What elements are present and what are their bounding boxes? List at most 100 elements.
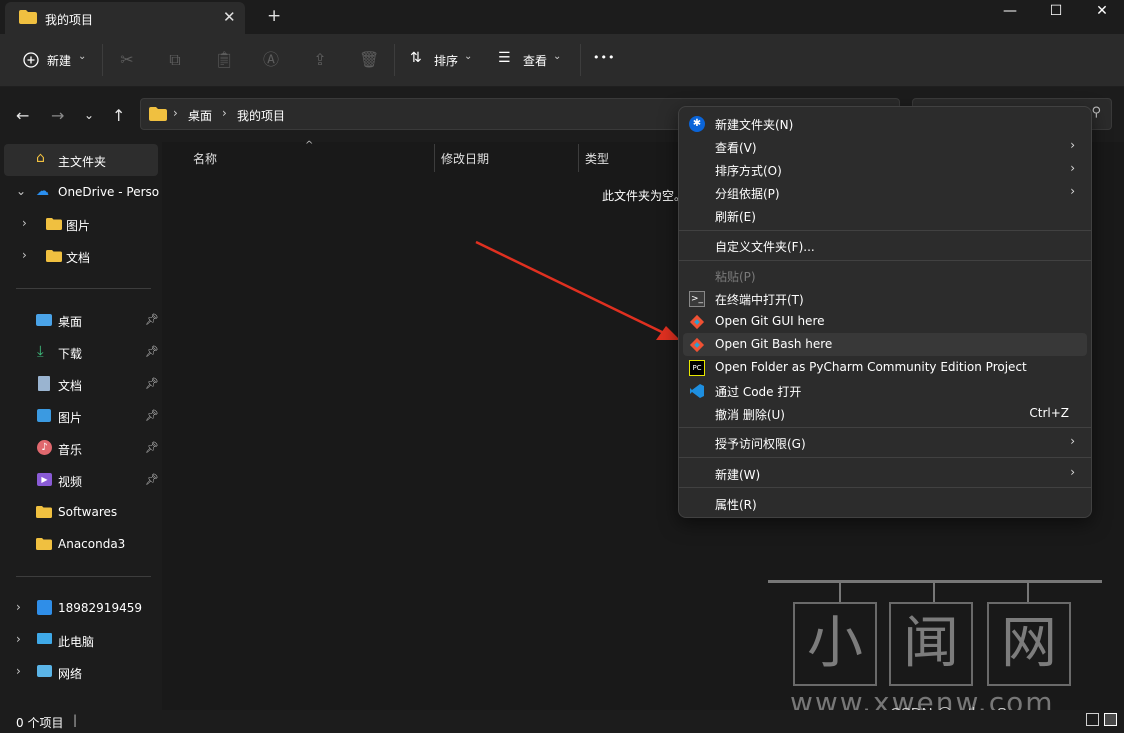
new-tab-button[interactable]: + <box>267 6 281 26</box>
sidebar-item-label: 下载 <box>58 347 83 361</box>
pin-icon[interactable]: 📌︎ <box>145 313 159 326</box>
menu-item-paste[interactable]: 粘贴(P) <box>683 264 1087 287</box>
music-icon: ♪ <box>37 440 52 455</box>
cloud-drive-icon <box>37 600 52 615</box>
delete-icon[interactable]: 🗑︎ <box>359 51 379 69</box>
folder-icon <box>149 107 167 121</box>
chevron-right-icon: › <box>1070 138 1075 152</box>
search-icon: ⚲ <box>1091 105 1101 120</box>
menu-item-customize-folder[interactable]: 自定义文件夹(F)... <box>683 234 1087 257</box>
menu-item-grant-access[interactable]: 授予访问权限(G) › <box>683 431 1087 454</box>
new-button[interactable]: 新建 ⌄ <box>14 42 94 78</box>
sidebar-item-onedrive-pictures[interactable]: › 图片 <box>0 208 160 240</box>
status-bar: 0 个项目 | <box>0 710 1124 733</box>
watermark-char: 网 <box>987 602 1071 686</box>
close-tab-icon[interactable]: ✕ <box>223 8 236 26</box>
menu-separator <box>679 230 1091 231</box>
sidebar-divider <box>16 288 151 289</box>
sidebar-item-music[interactable]: ♪ 音乐 📌︎ <box>0 432 160 464</box>
maximize-button[interactable]: ☐ <box>1033 0 1079 30</box>
menu-item-undo-delete[interactable]: 撤消 删除(U) Ctrl+Z <box>683 402 1087 425</box>
sidebar-item-desktop[interactable]: 桌面 📌︎ <box>0 304 160 336</box>
back-arrow-icon[interactable]: ← <box>16 106 29 125</box>
terminal-icon: >_ <box>689 291 705 307</box>
menu-item-sort[interactable]: 排序方式(O) › <box>683 158 1087 181</box>
sort-icon: ⇅ <box>410 50 422 66</box>
pin-icon[interactable]: 📌︎ <box>145 409 159 422</box>
menu-item-vscode[interactable]: 通过 Code 打开 <box>683 379 1087 402</box>
details-view-icon[interactable] <box>1086 713 1099 726</box>
menu-separator <box>679 427 1091 428</box>
sidebar-item-label: OneDrive - Perso <box>58 185 160 199</box>
status-divider: | <box>73 713 78 727</box>
vscode-icon <box>690 384 704 398</box>
column-header-type[interactable]: 类型 <box>585 150 609 167</box>
up-arrow-icon[interactable]: ↑ <box>112 106 125 125</box>
paste-icon[interactable]: 📋︎ <box>214 51 234 69</box>
copy-icon[interactable]: ⧉ <box>166 51 184 69</box>
sidebar-item-home[interactable]: ⌂ 主文件夹 <box>4 144 158 176</box>
sidebar-item-pictures[interactable]: 图片 📌︎ <box>0 400 160 432</box>
breadcrumb-my-project[interactable]: 我的项目 <box>237 107 285 124</box>
share-icon[interactable]: ⇪ <box>311 51 329 69</box>
sidebar-item-videos[interactable]: ▶ 视频 📌︎ <box>0 464 160 496</box>
menu-item-pycharm[interactable]: PC Open Folder as PyCharm Community Edit… <box>683 356 1087 379</box>
rename-icon[interactable]: Ⓐ <box>262 51 280 69</box>
column-header-name[interactable]: 名称 <box>193 150 217 167</box>
column-divider[interactable] <box>434 144 435 172</box>
minimize-button[interactable]: — <box>987 0 1033 30</box>
sidebar-item-label: 主文件夹 <box>58 155 107 169</box>
chevron-right-icon: › <box>1070 465 1075 479</box>
sidebar-item-label: 文档 <box>66 251 91 265</box>
menu-item-refresh[interactable]: 刷新(E) <box>683 204 1087 227</box>
menu-item-open-terminal[interactable]: >_ 在终端中打开(T) <box>683 287 1087 310</box>
menu-item-properties[interactable]: 属性(R) <box>683 492 1087 515</box>
column-divider[interactable] <box>578 144 579 172</box>
close-window-button[interactable]: ✕ <box>1079 0 1124 30</box>
sidebar-item-label: 图片 <box>66 219 91 233</box>
empty-folder-message: 此文件夹为空。 <box>602 189 687 203</box>
sidebar-item-onedrive-documents[interactable]: › 文档 <box>0 240 160 272</box>
sort-button[interactable]: ⇅ 排序 ⌄ <box>404 42 486 78</box>
sidebar-item-documents[interactable]: 文档 📌︎ <box>0 368 160 400</box>
cut-icon[interactable]: ✂ <box>118 51 136 69</box>
tiles-view-icon[interactable] <box>1104 713 1117 726</box>
sidebar-item-onedrive[interactable]: ⌄ ☁ OneDrive - Perso <box>0 176 160 208</box>
sidebar-item-this-pc[interactable]: › 此电脑 <box>0 624 160 656</box>
sidebar-item-label: 桌面 <box>58 315 83 329</box>
recent-chevron-icon[interactable]: ⌄ <box>84 108 94 122</box>
breadcrumb-chevron-icon: › <box>173 106 178 120</box>
sidebar-item-downloads[interactable]: ⤓ 下载 📌︎ <box>0 336 160 368</box>
tab-my-project[interactable]: 我的项目 ✕ <box>5 2 245 34</box>
document-icon <box>38 376 50 391</box>
more-options-icon[interactable]: ••• <box>593 51 615 64</box>
menu-item-new[interactable]: 新建(W) › <box>683 462 1087 485</box>
menu-item-label: 分组依据(P) <box>715 187 780 201</box>
pin-icon[interactable]: 📌︎ <box>145 345 159 358</box>
sidebar-divider <box>16 576 151 577</box>
chevron-down-icon: ⌄ <box>464 51 473 62</box>
menu-item-group[interactable]: 分组依据(P) › <box>683 181 1087 204</box>
menu-separator <box>679 260 1091 261</box>
chevron-down-icon: ⌄ <box>553 51 562 62</box>
sidebar-item-anaconda[interactable]: Anaconda3 <box>0 528 160 560</box>
menu-item-git-gui[interactable]: Open Git GUI here <box>683 310 1087 333</box>
view-list-icon: ☰ <box>498 50 511 66</box>
context-menu: ✱ 新建文件夹(N) 查看(V) › 排序方式(O) › 分组依据(P) › 刷… <box>678 106 1092 518</box>
view-button[interactable]: ☰ 查看 ⌄ <box>492 42 574 78</box>
chevron-down-icon: ⌄ <box>78 51 87 62</box>
breadcrumb-desktop[interactable]: 桌面 <box>188 107 212 124</box>
forward-arrow-icon[interactable]: → <box>51 106 64 125</box>
menu-item-label: 刷新(E) <box>715 210 756 224</box>
menu-item-view[interactable]: 查看(V) › <box>683 135 1087 158</box>
pin-icon[interactable]: 📌︎ <box>145 473 159 486</box>
menu-item-new-folder[interactable]: ✱ 新建文件夹(N) <box>683 112 1087 135</box>
cloud-icon: ☁ <box>36 184 49 199</box>
column-header-modified[interactable]: 修改日期 <box>441 150 489 167</box>
pin-icon[interactable]: 📌︎ <box>145 441 159 454</box>
menu-item-git-bash[interactable]: Open Git Bash here <box>683 333 1087 356</box>
pin-icon[interactable]: 📌︎ <box>145 377 159 390</box>
sidebar-item-softwares[interactable]: Softwares <box>0 496 160 528</box>
sidebar-item-phone[interactable]: › 18982919459 <box>0 592 160 624</box>
sidebar-item-network[interactable]: › 网络 <box>0 656 160 688</box>
